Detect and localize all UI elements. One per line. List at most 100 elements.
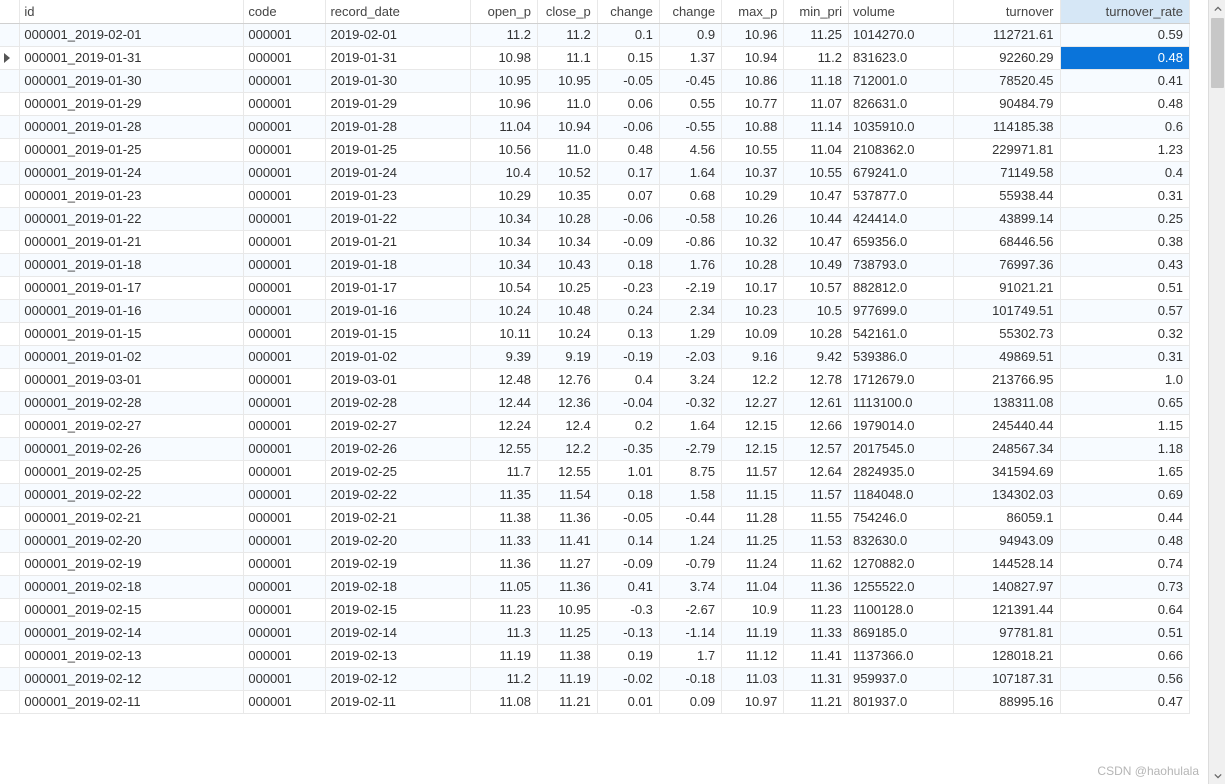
cell-open_p[interactable]: 11.04 — [470, 115, 537, 138]
cell-record_date[interactable]: 2019-02-26 — [326, 437, 470, 460]
column-header-min_p[interactable]: min_pri — [784, 0, 849, 23]
cell-changep[interactable]: 3.74 — [659, 575, 721, 598]
cell-turnover_rate[interactable]: 0.51 — [1060, 621, 1189, 644]
cell-min_p[interactable]: 11.31 — [784, 667, 849, 690]
cell-change[interactable]: 0.17 — [597, 161, 659, 184]
cell-open_p[interactable]: 10.11 — [470, 322, 537, 345]
cell-id[interactable]: 000001_2019-01-02 — [20, 345, 244, 368]
cell-record_date[interactable]: 2019-01-22 — [326, 207, 470, 230]
cell-turnover_rate[interactable]: 0.51 — [1060, 276, 1189, 299]
cell-id[interactable]: 000001_2019-01-28 — [20, 115, 244, 138]
cell-volume[interactable]: 1113100.0 — [849, 391, 954, 414]
cell-max_p[interactable]: 9.16 — [722, 345, 784, 368]
cell-changep[interactable]: 4.56 — [659, 138, 721, 161]
cell-change[interactable]: -0.05 — [597, 69, 659, 92]
cell-volume[interactable]: 826631.0 — [849, 92, 954, 115]
cell-turnover_rate[interactable]: 1.23 — [1060, 138, 1189, 161]
cell-turnover_rate[interactable]: 0.44 — [1060, 506, 1189, 529]
cell-volume[interactable]: 1035910.0 — [849, 115, 954, 138]
cell-change[interactable]: 0.18 — [597, 253, 659, 276]
cell-max_p[interactable]: 12.15 — [722, 437, 784, 460]
cell-min_p[interactable]: 11.21 — [784, 690, 849, 713]
cell-min_p[interactable]: 11.36 — [784, 575, 849, 598]
cell-open_p[interactable]: 11.3 — [470, 621, 537, 644]
cell-open_p[interactable]: 10.29 — [470, 184, 537, 207]
cell-turnover[interactable]: 101749.51 — [953, 299, 1060, 322]
cell-changep[interactable]: 2.34 — [659, 299, 721, 322]
cell-close_p[interactable]: 10.48 — [537, 299, 597, 322]
cell-change[interactable]: -0.09 — [597, 230, 659, 253]
cell-min_p[interactable]: 9.42 — [784, 345, 849, 368]
cell-change[interactable]: 0.06 — [597, 92, 659, 115]
cell-id[interactable]: 000001_2019-01-16 — [20, 299, 244, 322]
cell-max_p[interactable]: 10.86 — [722, 69, 784, 92]
row-handle[interactable] — [0, 483, 20, 506]
cell-record_date[interactable]: 2019-02-11 — [326, 690, 470, 713]
column-header-id[interactable]: id — [20, 0, 244, 23]
cell-change[interactable]: 0.41 — [597, 575, 659, 598]
cell-change[interactable]: -0.09 — [597, 552, 659, 575]
cell-code[interactable]: 000001 — [244, 506, 326, 529]
cell-code[interactable]: 000001 — [244, 460, 326, 483]
cell-turnover[interactable]: 86059.1 — [953, 506, 1060, 529]
table-row[interactable]: 000001_2019-02-220000012019-02-2211.3511… — [0, 483, 1190, 506]
cell-record_date[interactable]: 2019-01-24 — [326, 161, 470, 184]
cell-turnover[interactable]: 134302.03 — [953, 483, 1060, 506]
cell-change[interactable]: 0.1 — [597, 23, 659, 46]
cell-changep[interactable]: 1.58 — [659, 483, 721, 506]
cell-max_p[interactable]: 10.29 — [722, 184, 784, 207]
cell-volume[interactable]: 712001.0 — [849, 69, 954, 92]
row-handle[interactable] — [0, 345, 20, 368]
table-row[interactable]: 000001_2019-03-010000012019-03-0112.4812… — [0, 368, 1190, 391]
cell-turnover[interactable]: 55938.44 — [953, 184, 1060, 207]
cell-code[interactable]: 000001 — [244, 437, 326, 460]
row-handle[interactable] — [0, 184, 20, 207]
cell-id[interactable]: 000001_2019-01-18 — [20, 253, 244, 276]
cell-min_p[interactable]: 11.07 — [784, 92, 849, 115]
cell-change[interactable]: 0.48 — [597, 138, 659, 161]
cell-changep[interactable]: -1.14 — [659, 621, 721, 644]
table-row[interactable]: 000001_2019-01-150000012019-01-1510.1110… — [0, 322, 1190, 345]
cell-volume[interactable]: 1014270.0 — [849, 23, 954, 46]
cell-code[interactable]: 000001 — [244, 299, 326, 322]
row-handle[interactable] — [0, 506, 20, 529]
cell-max_p[interactable]: 12.15 — [722, 414, 784, 437]
cell-id[interactable]: 000001_2019-01-29 — [20, 92, 244, 115]
cell-max_p[interactable]: 11.03 — [722, 667, 784, 690]
cell-changep[interactable]: -0.45 — [659, 69, 721, 92]
cell-record_date[interactable]: 2019-03-01 — [326, 368, 470, 391]
cell-volume[interactable]: 659356.0 — [849, 230, 954, 253]
cell-open_p[interactable]: 11.7 — [470, 460, 537, 483]
cell-code[interactable]: 000001 — [244, 161, 326, 184]
table-row[interactable]: 000001_2019-02-010000012019-02-0111.211.… — [0, 23, 1190, 46]
cell-max_p[interactable]: 11.19 — [722, 621, 784, 644]
cell-turnover_rate[interactable]: 0.48 — [1060, 529, 1189, 552]
cell-id[interactable]: 000001_2019-02-12 — [20, 667, 244, 690]
cell-min_p[interactable]: 10.28 — [784, 322, 849, 345]
cell-close_p[interactable]: 11.0 — [537, 138, 597, 161]
cell-turnover_rate[interactable]: 0.57 — [1060, 299, 1189, 322]
cell-max_p[interactable]: 10.32 — [722, 230, 784, 253]
cell-open_p[interactable]: 10.24 — [470, 299, 537, 322]
cell-changep[interactable]: 1.7 — [659, 644, 721, 667]
cell-turnover_rate[interactable]: 0.31 — [1060, 184, 1189, 207]
cell-turnover_rate[interactable]: 0.47 — [1060, 690, 1189, 713]
cell-max_p[interactable]: 10.94 — [722, 46, 784, 69]
cell-id[interactable]: 000001_2019-01-25 — [20, 138, 244, 161]
cell-id[interactable]: 000001_2019-01-21 — [20, 230, 244, 253]
cell-max_p[interactable]: 10.96 — [722, 23, 784, 46]
cell-id[interactable]: 000001_2019-02-11 — [20, 690, 244, 713]
cell-turnover_rate[interactable]: 0.48 — [1060, 46, 1189, 69]
cell-open_p[interactable]: 11.2 — [470, 667, 537, 690]
cell-changep[interactable]: -2.79 — [659, 437, 721, 460]
cell-max_p[interactable]: 10.77 — [722, 92, 784, 115]
cell-changep[interactable]: 0.55 — [659, 92, 721, 115]
cell-volume[interactable]: 1712679.0 — [849, 368, 954, 391]
cell-turnover[interactable]: 43899.14 — [953, 207, 1060, 230]
row-handle[interactable] — [0, 690, 20, 713]
cell-changep[interactable]: 1.64 — [659, 161, 721, 184]
cell-volume[interactable]: 754246.0 — [849, 506, 954, 529]
cell-close_p[interactable]: 10.28 — [537, 207, 597, 230]
cell-record_date[interactable]: 2019-02-25 — [326, 460, 470, 483]
cell-turnover[interactable]: 248567.34 — [953, 437, 1060, 460]
